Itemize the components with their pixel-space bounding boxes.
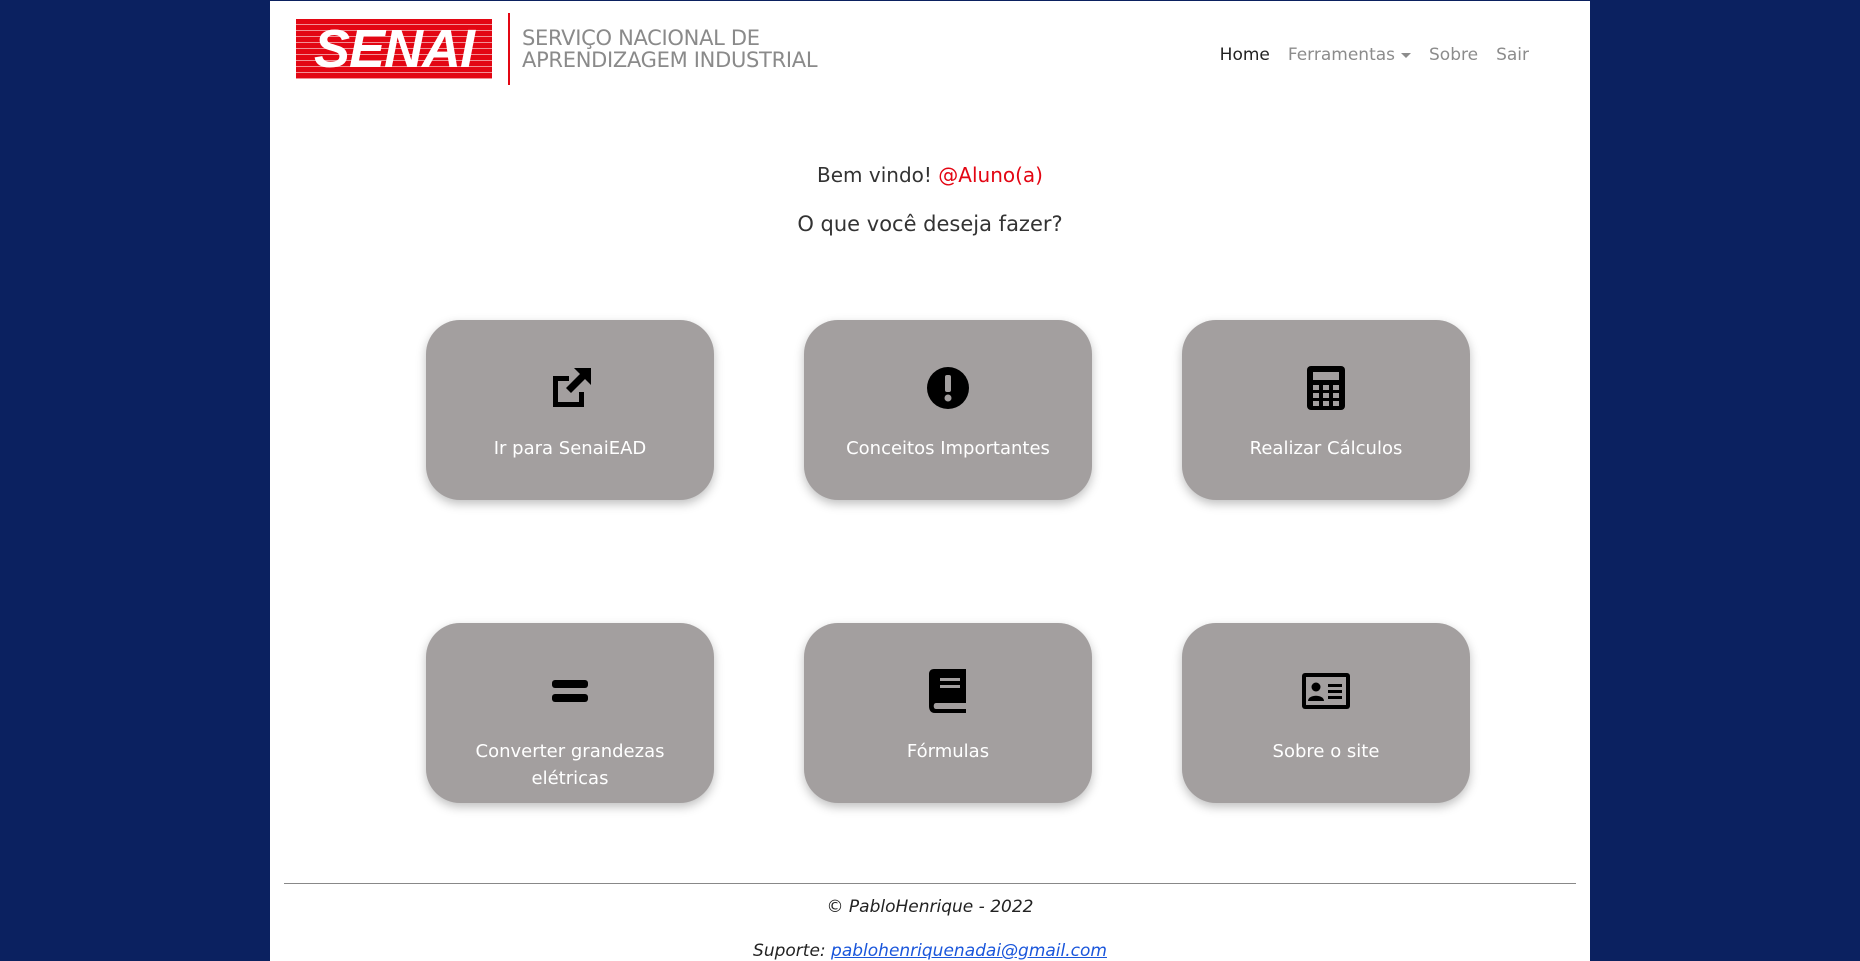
card-label: Converter grandezas elétricas — [475, 741, 665, 789]
card-label: Conceitos Importantes — [846, 438, 1050, 459]
main-nav: Home Ferramentas Sobre Sair — [1220, 45, 1529, 65]
page-question: O que você deseja fazer? — [797, 212, 1063, 236]
logo-word: SENAI — [313, 19, 475, 79]
footer-support: Suporte: pablohenriquenadai@gmail.com — [270, 941, 1590, 961]
card-formulas[interactable]: Fórmulas — [804, 623, 1092, 803]
nav-home-link[interactable]: Home — [1220, 45, 1270, 65]
nav-tools-dropdown[interactable]: Ferramentas — [1287, 45, 1412, 65]
card-convert[interactable]: Converter grandezas elétricas — [426, 623, 714, 803]
exclamation-circle-icon — [804, 366, 1092, 410]
support-label: Suporte: — [753, 941, 826, 961]
welcome-prefix: Bem vindo! — [817, 163, 932, 187]
card-label: Fórmulas — [906, 741, 990, 762]
card-label: Ir para SenaiEAD — [493, 438, 647, 459]
logo-text: SERVIÇO NACIONAL DE APRENDIZAGEM INDUSTR… — [522, 26, 818, 72]
external-link-icon — [426, 366, 714, 410]
welcome-message: Bem vindo! @Aluno(a) — [270, 163, 1590, 187]
caret-down-icon — [1401, 52, 1412, 58]
nav-logout-link[interactable]: Sair — [1496, 45, 1529, 65]
nav-tools-label: Ferramentas — [1287, 45, 1396, 65]
book-icon — [804, 669, 1092, 713]
card-concepts[interactable]: Conceitos Importantes — [804, 320, 1092, 500]
equals-icon — [426, 669, 714, 713]
senai-logo[interactable]: SENAI SERVIÇO NACIONAL DE APRENDIZAGEM I… — [296, 13, 818, 85]
footer-divider — [284, 883, 1576, 884]
calculator-icon — [1182, 366, 1470, 410]
footer-copyright: © PabloHenrique - 2022 — [826, 897, 1034, 917]
nav-about-link[interactable]: Sobre — [1429, 45, 1478, 65]
logo-text-line1: SERVIÇO NACIONAL DE — [522, 26, 760, 50]
id-card-icon — [1182, 669, 1470, 713]
card-about-site[interactable]: Sobre o site — [1182, 623, 1470, 803]
support-email-link[interactable]: pablohenriquenadai@gmail.com — [831, 941, 1107, 961]
card-label: Sobre o site — [1272, 741, 1380, 762]
page-container: SENAI SERVIÇO NACIONAL DE APRENDIZAGEM I… — [270, 1, 1590, 961]
logo-divider — [508, 13, 510, 85]
card-calculations[interactable]: Realizar Cálculos — [1182, 320, 1470, 500]
card-label: Realizar Cálculos — [1249, 438, 1403, 459]
welcome-user: @Aluno(a) — [938, 163, 1043, 187]
card-senaiead[interactable]: Ir para SenaiEAD — [426, 320, 714, 500]
senai-logo-mark: SENAI — [296, 19, 492, 79]
logo-text-line2: APRENDIZAGEM INDUSTRIAL — [522, 48, 818, 72]
